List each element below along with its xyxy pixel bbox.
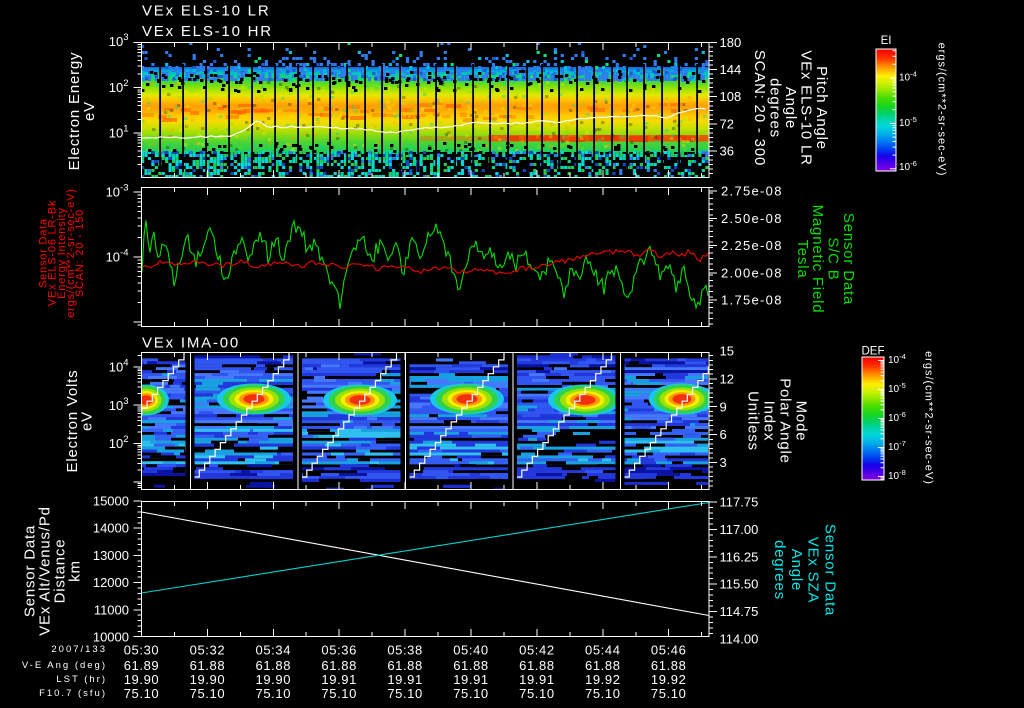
svg-text:km: km: [67, 560, 84, 582]
svg-text:19.90: 19.90: [256, 672, 292, 687]
svg-text:12: 12: [720, 371, 734, 386]
svg-text:11000: 11000: [94, 602, 129, 617]
svg-text:05:36: 05:36: [321, 643, 357, 658]
svg-text:Unitless: Unitless: [745, 391, 762, 451]
svg-text:ergs/(cm**2-sr-sec-eV): ergs/(cm**2-sr-sec-eV): [936, 43, 948, 177]
svg-text:V-E Ang (deg): V-E Ang (deg): [22, 660, 107, 671]
svg-text:VEx ELS-10 LR: VEx ELS-10 LR: [798, 50, 815, 165]
svg-text:19.91: 19.91: [519, 672, 555, 687]
svg-text:VEx SZA: VEx SZA: [805, 537, 822, 603]
svg-text:116.25: 116.25: [720, 549, 759, 564]
svg-text:05:40: 05:40: [453, 643, 489, 658]
svg-text:114.00: 114.00: [720, 632, 759, 647]
svg-text:75.10: 75.10: [124, 686, 160, 701]
svg-text:75.10: 75.10: [519, 686, 555, 701]
svg-text:3: 3: [720, 455, 727, 470]
svg-text:61.88: 61.88: [387, 658, 423, 673]
svg-text:14000: 14000: [93, 521, 129, 536]
svg-text:75.10: 75.10: [651, 686, 687, 701]
svg-text:61.88: 61.88: [519, 658, 555, 673]
svg-text:61.88: 61.88: [651, 658, 687, 673]
svg-text:1.75e-08: 1.75e-08: [721, 293, 783, 308]
svg-text:13000: 13000: [93, 548, 129, 563]
svg-text:05:30: 05:30: [124, 643, 160, 658]
svg-text:9: 9: [720, 399, 727, 414]
svg-text:05:38: 05:38: [387, 643, 423, 658]
svg-text:VEx ELS-10 HR: VEx ELS-10 HR: [142, 23, 273, 40]
svg-text:61.88: 61.88: [321, 658, 357, 673]
svg-text:F10.7 (sfu): F10.7 (sfu): [39, 688, 107, 699]
svg-text:2.00e-08: 2.00e-08: [721, 265, 783, 280]
svg-text:72: 72: [720, 116, 734, 131]
svg-text:61.88: 61.88: [585, 658, 621, 673]
svg-text:144: 144: [720, 62, 742, 77]
svg-text:eV: eV: [81, 101, 98, 121]
svg-text:75.10: 75.10: [190, 686, 226, 701]
svg-text:2.75e-08: 2.75e-08: [721, 184, 783, 199]
svg-text:19.91: 19.91: [321, 672, 357, 687]
svg-text:05:44: 05:44: [585, 643, 621, 658]
svg-text:VEx IMA-00: VEx IMA-00: [142, 335, 240, 352]
svg-text:61.88: 61.88: [256, 658, 292, 673]
svg-text:61.89: 61.89: [124, 658, 160, 673]
svg-text:eV: eV: [78, 411, 95, 431]
svg-text:19.92: 19.92: [585, 672, 621, 687]
svg-text:115.50: 115.50: [720, 577, 759, 592]
svg-text:180: 180: [720, 35, 742, 50]
svg-text:12000: 12000: [93, 575, 129, 590]
svg-text:VEx ELS-10 LR: VEx ELS-10 LR: [142, 3, 270, 20]
svg-text:15: 15: [720, 344, 734, 359]
svg-text:19.90: 19.90: [190, 672, 226, 687]
svg-text:117.00: 117.00: [720, 522, 759, 537]
svg-text:114.75: 114.75: [720, 604, 759, 619]
svg-text:05:42: 05:42: [519, 643, 555, 658]
svg-text:Index: Index: [761, 401, 778, 442]
svg-text:Angle: Angle: [782, 87, 799, 129]
svg-text:61.88: 61.88: [453, 658, 489, 673]
svg-text:2007/133: 2007/133: [51, 644, 107, 655]
svg-text:75.10: 75.10: [387, 686, 423, 701]
svg-text:LST (hr): LST (hr): [56, 674, 107, 685]
svg-text:108: 108: [720, 89, 742, 104]
svg-text:Sensor Data: Sensor Data: [822, 524, 839, 616]
svg-text:2.25e-08: 2.25e-08: [721, 238, 783, 253]
svg-text:75.10: 75.10: [256, 686, 292, 701]
svg-text:EI: EI: [881, 35, 892, 47]
svg-text:2.50e-08: 2.50e-08: [721, 211, 783, 226]
svg-text:05:46: 05:46: [651, 643, 687, 658]
svg-text:05:32: 05:32: [190, 643, 226, 658]
svg-text:degrees: degrees: [771, 540, 788, 600]
svg-text:DEF: DEF: [862, 346, 885, 358]
svg-text:19.91: 19.91: [387, 672, 423, 687]
svg-text:Angle: Angle: [788, 549, 805, 591]
svg-text:36: 36: [720, 143, 734, 158]
svg-text:05:34: 05:34: [256, 643, 292, 658]
svg-text:19.92: 19.92: [651, 672, 687, 687]
svg-text:degrees: degrees: [767, 78, 784, 138]
svg-text:61.88: 61.88: [190, 658, 226, 673]
svg-text:117.75: 117.75: [720, 495, 759, 510]
svg-text:6: 6: [720, 427, 727, 442]
svg-text:Polar Angle: Polar Angle: [777, 378, 794, 464]
svg-text:Mode: Mode: [793, 401, 810, 442]
svg-text:ergs/(cm**2-sr-sec-eV): ergs/(cm**2-sr-sec-eV): [923, 351, 935, 485]
svg-text:15000: 15000: [93, 494, 129, 509]
svg-text:19.90: 19.90: [124, 672, 160, 687]
svg-text:75.10: 75.10: [453, 686, 489, 701]
svg-text:19.91: 19.91: [453, 672, 489, 687]
svg-text:SCAN: 20 - 150: SCAN: 20 - 150: [74, 209, 86, 297]
svg-text:Pitch Angle: Pitch Angle: [813, 66, 830, 150]
svg-text:Tesla: Tesla: [794, 239, 811, 278]
svg-text:75.10: 75.10: [321, 686, 357, 701]
svg-text:SCAN: 20 - 300: SCAN: 20 - 300: [751, 50, 768, 166]
svg-text:75.10: 75.10: [585, 686, 621, 701]
